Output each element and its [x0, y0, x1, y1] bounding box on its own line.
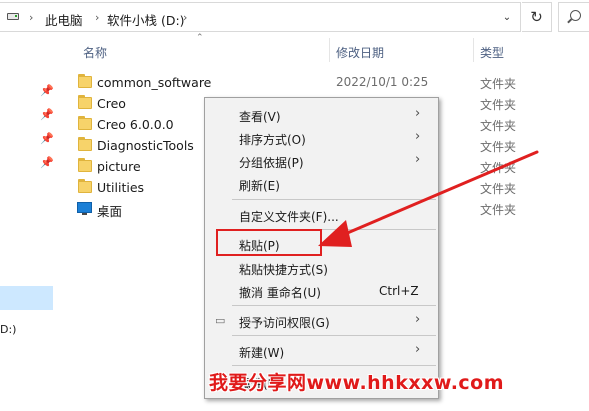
annotation-arrow	[318, 150, 539, 247]
arrow-shaft	[336, 150, 539, 239]
arrow-head	[318, 220, 352, 247]
watermark-text: 我要分享网www.hhkxxw.com	[209, 372, 505, 394]
